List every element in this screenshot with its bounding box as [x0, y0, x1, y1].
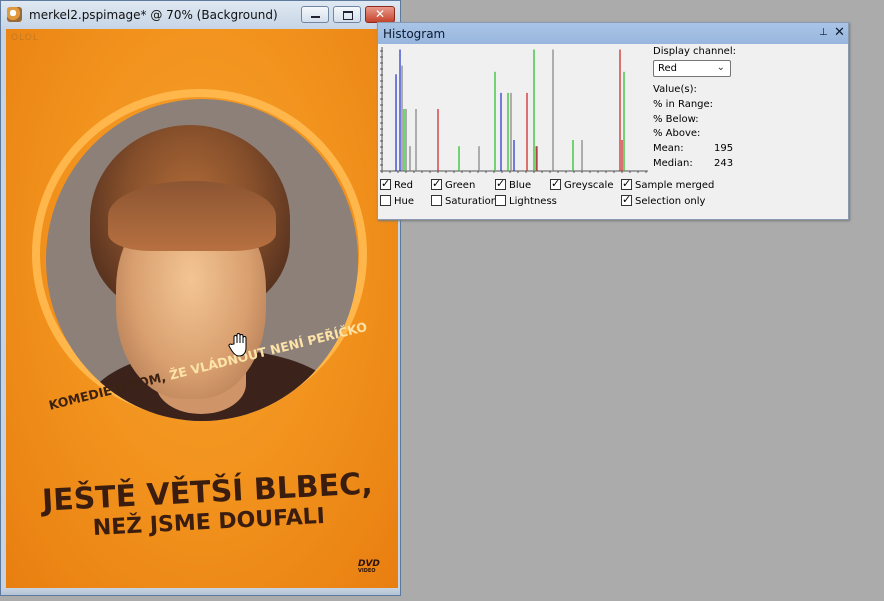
checkbox-lightness[interactable]: Lightness: [495, 195, 557, 207]
checkbox-selection-only[interactable]: Selection only: [621, 193, 706, 207]
histogram-graph[interactable]: [380, 45, 649, 173]
close-icon: ✕: [374, 7, 386, 21]
close-icon[interactable]: ✕: [834, 25, 845, 40]
checkbox-label-selection-only: Selection only: [635, 196, 706, 207]
stat-label-value-s: Value(s):: [653, 84, 697, 95]
document-icon: [7, 7, 22, 22]
display-channel-value: Red: [658, 63, 677, 74]
close-button[interactable]: ✕: [365, 6, 395, 23]
dvd-logo: DVD VIDEO: [358, 559, 380, 574]
stat-value-median: 243: [714, 158, 734, 169]
checkbox-label-red: Red: [394, 180, 413, 191]
checkbox-box-blue[interactable]: [495, 177, 506, 190]
checkbox-label-saturation: Saturation: [445, 196, 498, 207]
display-channel-label: Display channel:: [653, 46, 736, 57]
maximize-button[interactable]: [333, 6, 361, 23]
stat-label--in-range: % in Range:: [653, 98, 714, 110]
histogram-palette[interactable]: Histogram ⊥ ✕ Red Green Blue Greyscale Sampl…: [377, 22, 849, 220]
checkbox-box-lightness[interactable]: [495, 195, 506, 206]
image-window[interactable]: merkel2.pspimage* @ 70% (Background) ✕ O…: [0, 0, 401, 596]
display-channel-select[interactable]: Red ⌄: [653, 60, 731, 77]
pan-hand-cursor-icon: [228, 333, 247, 357]
stat-label-mean: Mean:: [653, 143, 684, 155]
poster-headline: JEŠTĚ VĚTŠÍ BLBEC, NEŽ JSME DOUFALI: [37, 466, 379, 543]
stat-label--below: % Below:: [653, 113, 699, 125]
checkbox-label-blue: Blue: [509, 180, 532, 191]
checkbox-hue[interactable]: Hue: [380, 195, 414, 207]
histogram-title: Histogram: [383, 27, 446, 41]
checkbox-label-green: Green: [445, 180, 476, 191]
checkbox-box-sample-merged[interactable]: [621, 177, 632, 190]
checkbox-blue[interactable]: Blue: [495, 177, 532, 191]
pin-icon[interactable]: ⊥: [819, 27, 828, 38]
checkbox-label-greyscale: Greyscale: [564, 180, 614, 191]
maximize-icon: [334, 7, 360, 22]
chevron-down-icon: ⌄: [716, 62, 725, 73]
checkbox-label-sample-merged: Sample merged: [635, 180, 715, 191]
checkbox-box-selection-only[interactable]: [621, 193, 632, 206]
checkbox-box-saturation[interactable]: [431, 195, 442, 206]
poster-corner-logo: OLOL: [11, 33, 39, 43]
image-window-bottom-border: [1, 588, 400, 595]
stat-value-mean: 195: [714, 143, 734, 155]
image-window-titlebar[interactable]: merkel2.pspimage* @ 70% (Background) ✕: [1, 1, 400, 29]
checkbox-greyscale[interactable]: Greyscale: [550, 177, 614, 191]
image-window-title: merkel2.pspimage* @ 70% (Background): [29, 8, 278, 22]
checkbox-saturation[interactable]: Saturation: [431, 195, 497, 207]
checkbox-label-lightness: Lightness: [509, 196, 557, 207]
minimize-button[interactable]: [301, 6, 329, 23]
histogram-titlebar[interactable]: Histogram ⊥ ✕: [378, 23, 848, 44]
checkbox-sample-merged[interactable]: Sample merged: [621, 177, 715, 191]
checkbox-green[interactable]: Green: [431, 177, 476, 191]
minimize-icon: [302, 7, 328, 22]
stat-label-median: Median:: [653, 158, 693, 169]
stat-label--above: % Above:: [653, 128, 701, 140]
checkbox-box-hue[interactable]: [380, 195, 391, 206]
checkbox-box-greyscale[interactable]: [550, 177, 561, 190]
checkbox-label-hue: Hue: [394, 196, 415, 207]
portrait-bangs: [108, 181, 276, 251]
image-canvas[interactable]: OLOL KOMEDIE O TOM, ŽE VLÁDNOUT NENÍ PEŘ…: [6, 29, 398, 590]
histogram-checkbox-panel: Red Green Blue Greyscale Sample merged Hue Sat…: [378, 175, 718, 219]
checkbox-box-green[interactable]: [431, 177, 442, 190]
checkbox-box-red[interactable]: [380, 177, 391, 190]
checkbox-red[interactable]: Red: [380, 177, 413, 191]
